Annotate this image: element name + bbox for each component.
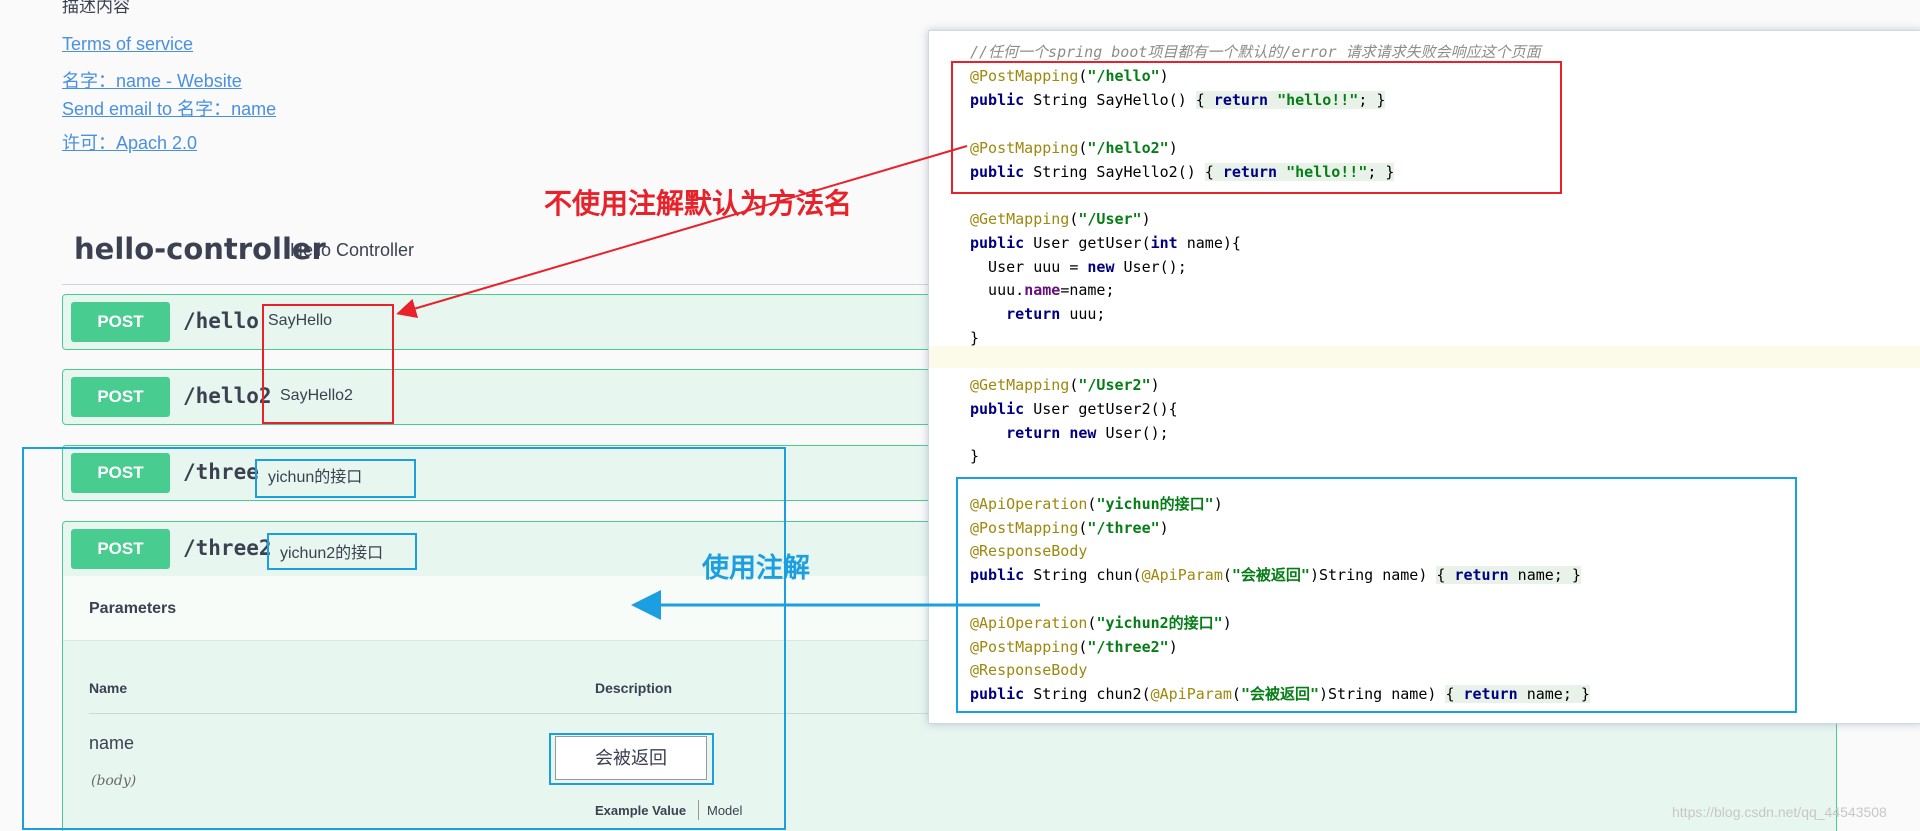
red-arrow	[396, 145, 968, 319]
watermark: https://blog.csdn.net/qq_44543508	[1672, 804, 1887, 820]
annotation-arrows	[396, 145, 1040, 620]
